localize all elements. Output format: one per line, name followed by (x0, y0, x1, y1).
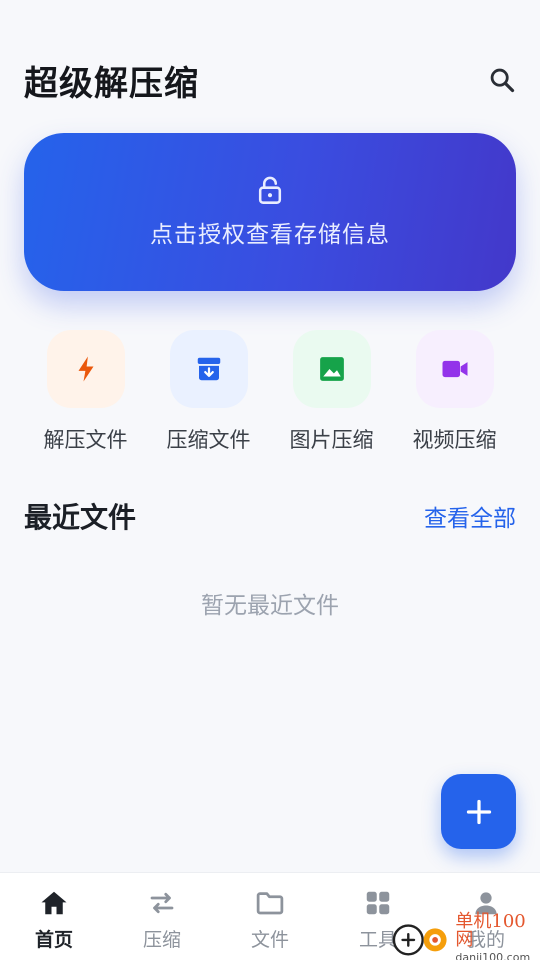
grid-icon (366, 891, 390, 915)
site-watermark: 单机100网 danji100.com (392, 911, 540, 960)
shortcut-compress[interactable]: 压缩文件 (147, 330, 270, 460)
shortcut-extract[interactable]: 解压文件 (24, 330, 147, 460)
shortcut-label: 压缩文件 (166, 428, 251, 452)
image-icon (319, 357, 344, 381)
search-icon (490, 68, 515, 93)
folder-icon (256, 892, 284, 915)
recent-files-title: 最近文件 (24, 501, 137, 534)
shortcut-tile (415, 330, 494, 408)
watermark-logo-icon (392, 924, 447, 956)
app-title: 超级解压缩 (24, 63, 199, 104)
shortcut-tile (46, 330, 125, 408)
tab-home[interactable]: 首页 (0, 873, 108, 960)
search-button[interactable] (484, 62, 520, 98)
video-icon (442, 360, 467, 378)
shortcut-image-compress[interactable]: 图片压缩 (270, 330, 393, 460)
shortcut-tile (169, 330, 248, 408)
watermark-name: 单机100网 (455, 911, 526, 950)
tab-label: 首页 (34, 929, 73, 951)
archive-icon (197, 357, 220, 381)
lock-open-icon (258, 176, 282, 204)
view-all-link[interactable]: 查看全部 (424, 499, 516, 533)
add-button[interactable] (441, 774, 516, 849)
tab-label: 压缩 (142, 929, 181, 951)
shortcut-grid: 解压文件 压缩文件 图片压缩 视频压缩 (24, 330, 516, 460)
shortcut-tile (292, 330, 371, 408)
bolt-icon (78, 356, 93, 382)
app-header: 超级解压缩 (24, 56, 520, 104)
shortcut-label: 解压文件 (43, 428, 128, 452)
plus-icon (466, 799, 491, 824)
recent-files-empty: 暂无最近文件 (201, 593, 339, 619)
watermark-url: danji100.com (455, 951, 531, 960)
banner-text: 点击授权查看存储信息 (150, 222, 390, 248)
shortcut-label: 视频压缩 (412, 428, 497, 452)
tab-label: 文件 (250, 929, 289, 951)
storage-auth-banner[interactable]: 点击授权查看存储信息 (24, 133, 516, 291)
tab-compress[interactable]: 压缩 (108, 873, 216, 960)
shortcut-label: 图片压缩 (289, 428, 374, 452)
swap-icon (150, 892, 174, 914)
tab-files[interactable]: 文件 (216, 873, 324, 960)
home-icon (41, 891, 67, 915)
recent-files-header: 最近文件 查看全部 (24, 494, 516, 538)
shortcut-video-compress[interactable]: 视频压缩 (393, 330, 516, 460)
